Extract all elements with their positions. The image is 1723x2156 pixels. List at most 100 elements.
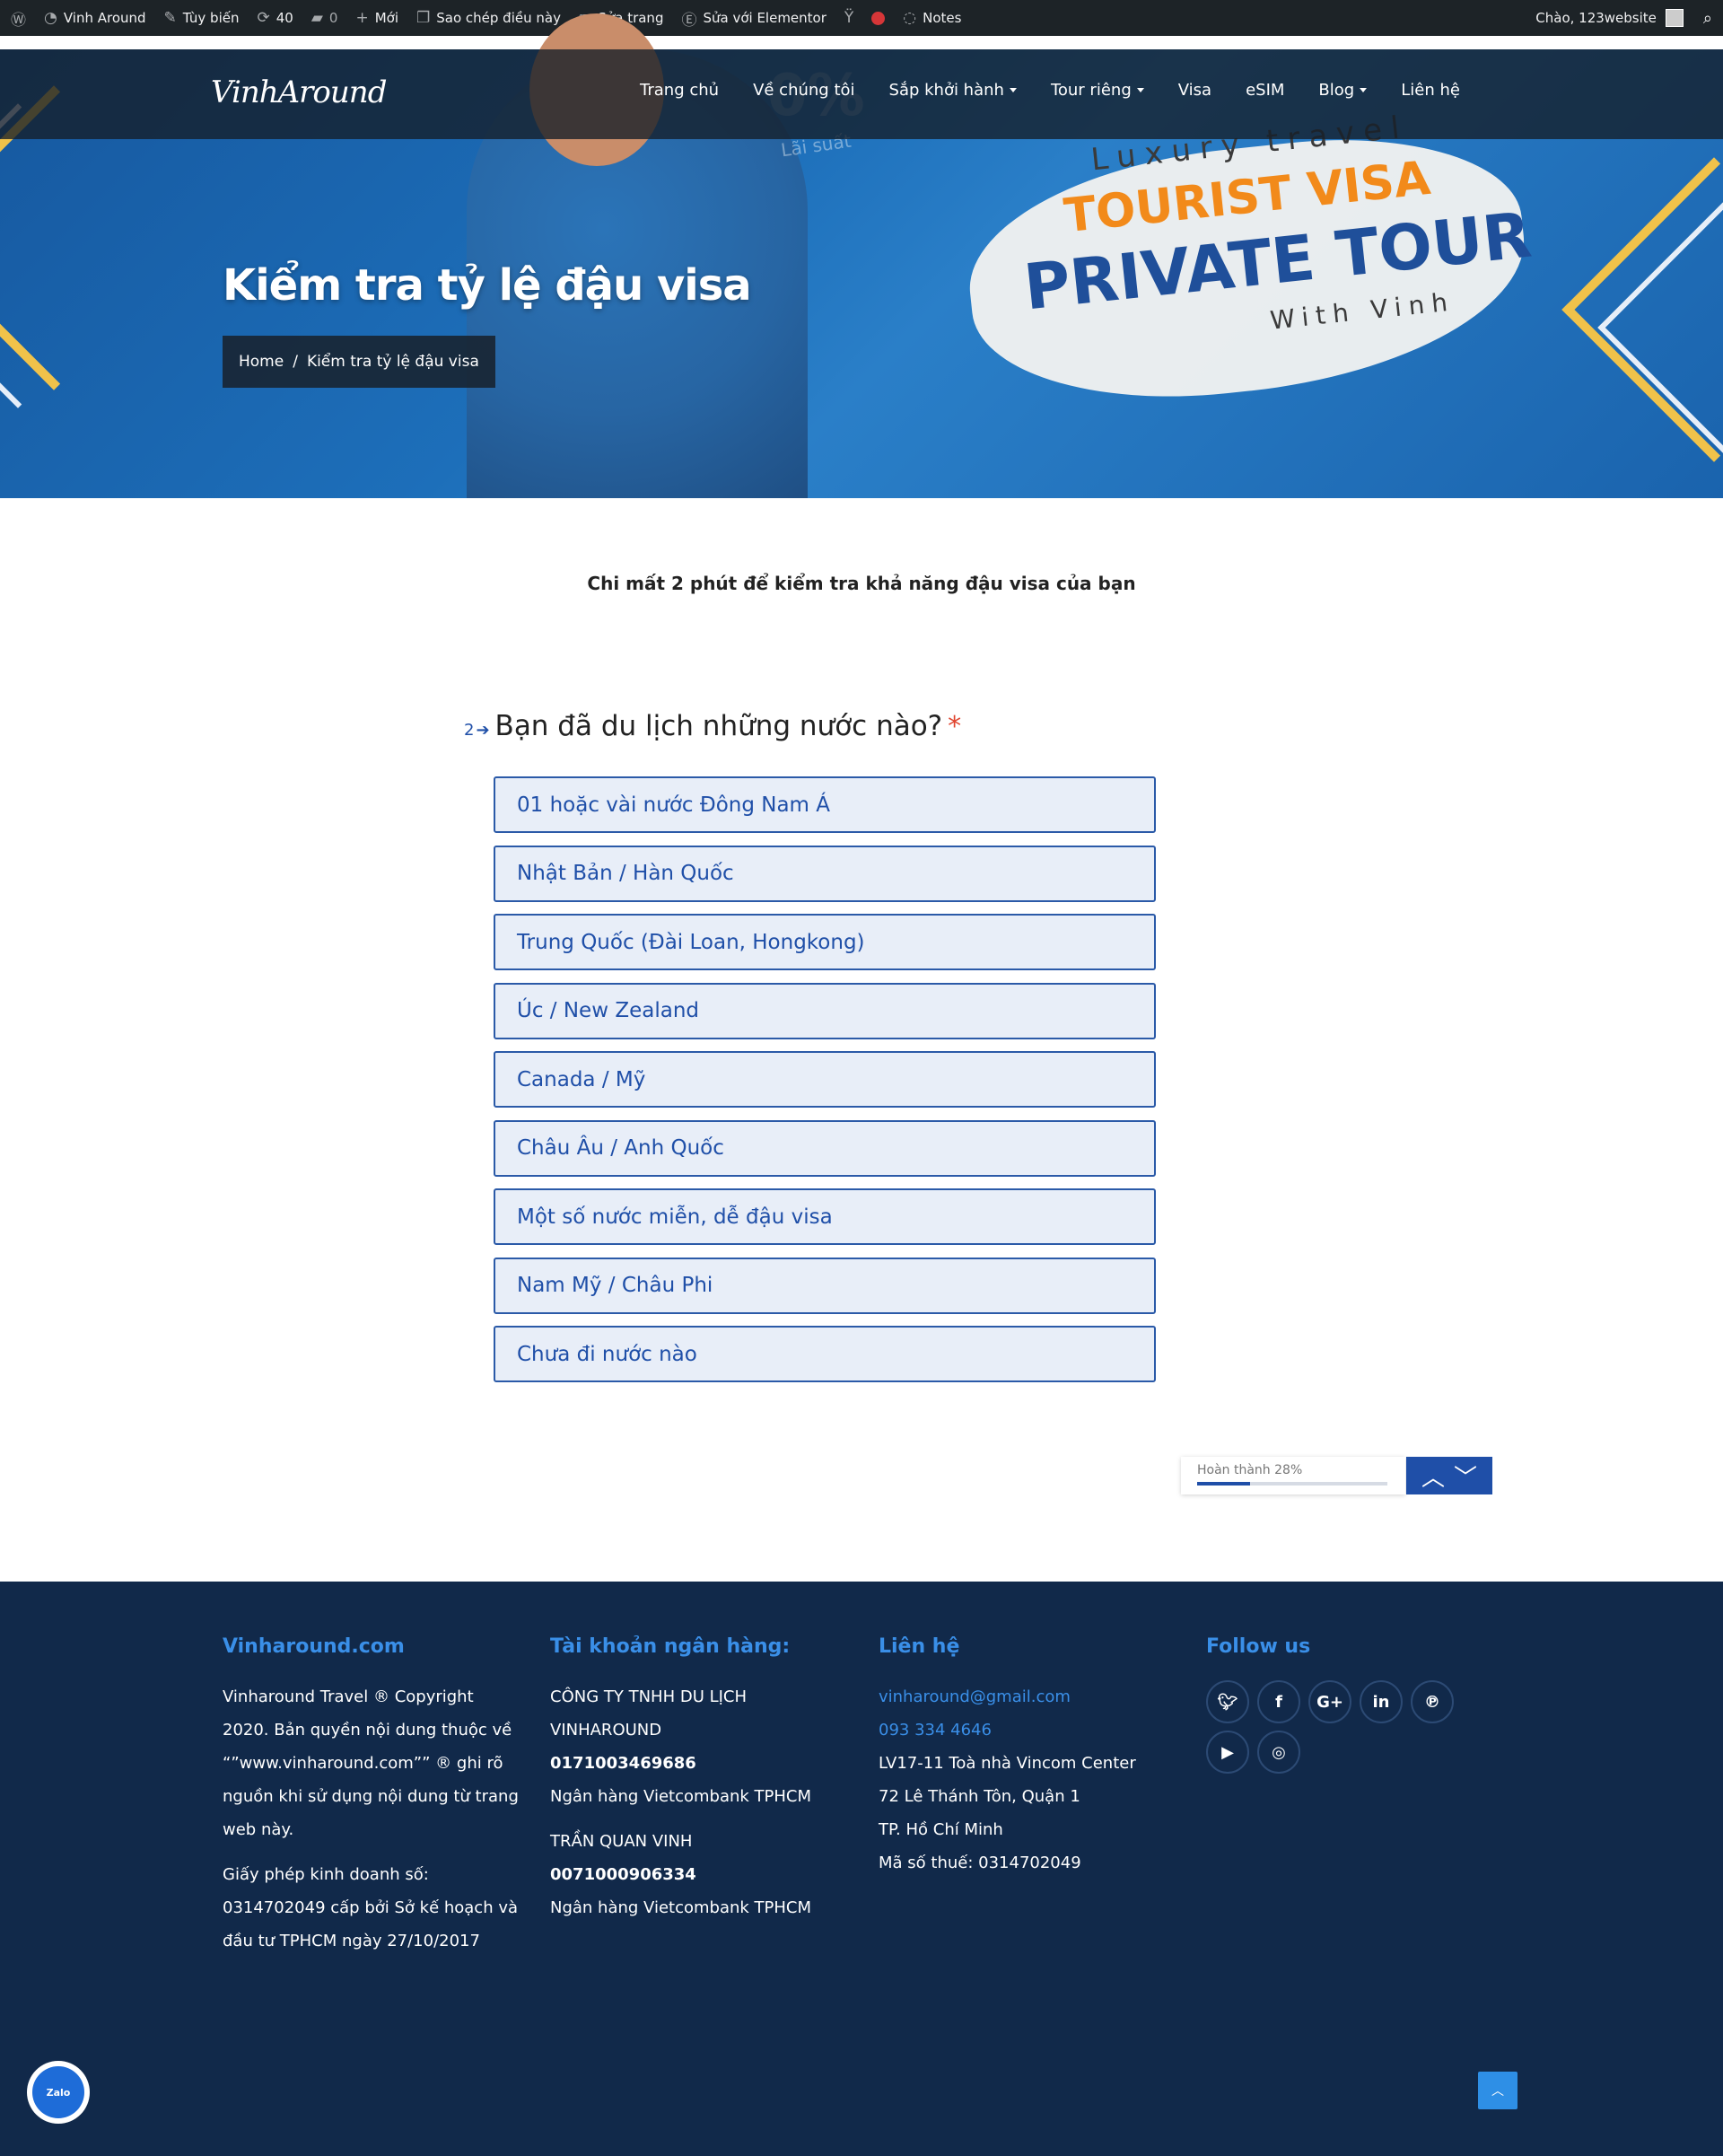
progress-fill: [1197, 1482, 1251, 1486]
footer-col-bank: Tài khoản ngân hàng: CÔNG TY TNHH DU LỊC…: [550, 1634, 837, 1924]
nav-item-about[interactable]: Về chúng tôi: [753, 81, 854, 100]
comments-link[interactable]: ▰ 0: [311, 9, 338, 27]
customize-link[interactable]: ✎ Tùy biến: [164, 9, 240, 27]
site-logo[interactable]: VinhAround: [211, 74, 387, 110]
intro-text: Chi mất 2 phút để kiểm tra khả năng đậu …: [587, 573, 1136, 594]
footer-col-about: Vinharound.com Vinharound Travel ® Copyr…: [223, 1634, 519, 1969]
footer-license: Giấy phép kinh doanh số: 0314702049 cấp …: [223, 1865, 519, 1950]
footer-copyright: Vinharound Travel ® Copyright 2020. Bản …: [223, 1687, 519, 1839]
footer-bank-1: Ngân hàng Vietcombank TPHCM: [550, 1787, 812, 1806]
avatar[interactable]: [1665, 9, 1684, 27]
arrow-right-icon: ➔: [476, 721, 490, 740]
footer-about-title: Vinharound.com: [223, 1635, 405, 1658]
answer-option[interactable]: Canada / Mỹ: [494, 1051, 1156, 1108]
yoast-icon: Ÿ: [844, 9, 854, 27]
youtube-icon[interactable]: ▶: [1206, 1731, 1249, 1774]
social-links: 🐦︎ f G+ in ℗ ▶ ◎: [1206, 1680, 1493, 1774]
footer-company: CÔNG TY TNHH DU LỊCH VINHAROUND: [550, 1687, 748, 1740]
nav-item-blog[interactable]: Blog: [1318, 81, 1368, 100]
elementor-icon: Ⓔ: [681, 11, 697, 30]
breadcrumb: Home / Kiểm tra tỷ lệ đậu visa: [223, 336, 495, 388]
account-greeting[interactable]: Chào, 123website: [1535, 10, 1657, 26]
main-nav: Trang chủ Về chúng tôi Sắp khởi hành Tou…: [640, 81, 1460, 100]
linkedin-icon[interactable]: in: [1360, 1680, 1403, 1723]
footer-account-holder: TRẦN QUAN VINH: [550, 1832, 693, 1851]
back-to-top-button[interactable]: ︿: [1478, 2072, 1517, 2109]
updates-icon: ⟳: [257, 9, 270, 27]
footer-account-1: 0171003469686: [550, 1754, 696, 1773]
speech-bubble-icon: ◌: [903, 9, 917, 27]
search-icon[interactable]: ⌕: [1703, 9, 1712, 28]
nav-item-home[interactable]: Trang chủ: [640, 81, 719, 100]
breadcrumb-home[interactable]: Home: [239, 353, 284, 371]
caret-down-icon: [1360, 88, 1368, 92]
progress-track: [1197, 1482, 1387, 1486]
new-content-link[interactable]: + Mới: [355, 9, 398, 27]
pinterest-icon[interactable]: ℗: [1411, 1680, 1454, 1723]
chevron-up-icon[interactable]: ︿: [1421, 1459, 1445, 1493]
plus-icon: +: [355, 9, 369, 27]
edit-elementor-link[interactable]: Ⓔ Sửa với Elementor: [681, 7, 826, 30]
wordpress-logo-button[interactable]: Ⓦ: [11, 7, 26, 30]
footer-col-contact: Liên hệ vinharound@gmail.com 093 334 464…: [879, 1634, 1175, 1880]
footer-email-link[interactable]: vinharound@gmail.com: [879, 1680, 1175, 1713]
footer-bank-title: Tài khoản ngân hàng:: [550, 1635, 791, 1658]
instagram-icon[interactable]: ◎: [1257, 1731, 1300, 1774]
site-name-link[interactable]: ◔ Vinh Around: [44, 9, 146, 27]
chevron-up-icon: ︿: [1491, 2084, 1504, 2099]
answer-option[interactable]: 01 hoặc vài nước Đông Nam Á: [494, 776, 1156, 833]
yoast-link[interactable]: Ÿ: [844, 9, 853, 27]
nav-item-departures[interactable]: Sắp khởi hành: [889, 81, 1017, 100]
answer-option[interactable]: Một số nước miễn, dễ đậu visa: [494, 1188, 1156, 1245]
facebook-icon[interactable]: f: [1257, 1680, 1300, 1723]
answer-option[interactable]: Chưa đi nước nào: [494, 1326, 1156, 1382]
answer-option[interactable]: Châu Âu / Anh Quốc: [494, 1119, 1156, 1177]
footer-tax-id: Mã số thuế: 0314702049: [879, 1854, 1081, 1872]
footer-phone-link[interactable]: 093 334 4646: [879, 1713, 1175, 1747]
footer-address-1: LV17-11 Toà nhà Vincom Center: [879, 1754, 1136, 1773]
question-heading: 2 ➔ Bạn đã du lịch những nước nào? *: [464, 710, 961, 742]
seo-status-dot: [871, 11, 886, 25]
zalo-icon: Zalo: [32, 2066, 84, 2118]
answer-option[interactable]: Nam Mỹ / Châu Phi: [494, 1257, 1156, 1314]
page-title: Kiểm tra tỷ lệ đậu visa: [223, 260, 752, 311]
question-number: 2 ➔: [464, 721, 490, 740]
footer-follow-title: Follow us: [1206, 1635, 1311, 1658]
nav-item-private-tour[interactable]: Tour riêng: [1051, 81, 1144, 100]
caret-down-icon: [1136, 88, 1144, 92]
nav-item-contact[interactable]: Liên hệ: [1401, 81, 1460, 100]
copy-icon: ❐: [416, 9, 431, 27]
comment-icon: ▰: [310, 9, 323, 27]
footer-col-follow: Follow us 🐦︎ f G+ in ℗ ▶ ◎: [1206, 1634, 1493, 1774]
dashboard-icon: ◔: [44, 9, 57, 27]
nav-item-esim[interactable]: eSIM: [1246, 81, 1284, 100]
question-navigation: ︿ ﹀: [1406, 1457, 1492, 1494]
zalo-chat-button[interactable]: Zalo: [27, 2061, 90, 2124]
updates-link[interactable]: ⟳ 40: [257, 9, 293, 27]
nav-item-visa[interactable]: Visa: [1178, 81, 1211, 100]
progress-label: Hoàn thành 28%: [1197, 1463, 1303, 1477]
wordpress-icon: Ⓦ: [11, 11, 26, 30]
answer-option[interactable]: Nhật Bản / Hàn Quốc: [494, 845, 1156, 902]
footer-address-2: 72 Lê Thánh Tôn, Quận 1: [879, 1787, 1080, 1806]
copy-link[interactable]: ❐ Sao chép điều này: [416, 9, 561, 27]
footer-address-3: TP. Hồ Chí Minh: [879, 1820, 1003, 1839]
google-plus-icon[interactable]: G+: [1308, 1680, 1351, 1723]
footer-account-2: 0071000906334: [550, 1865, 696, 1884]
brush-icon: ✎: [163, 9, 177, 27]
admin-bar: Ⓦ ◔ Vinh Around ✎ Tùy biến ⟳ 40 ▰ 0 + Mới ❐ Sa…: [0, 0, 1723, 36]
footer-bank-2: Ngân hàng Vietcombank TPHCM: [550, 1898, 812, 1917]
question-text: Bạn đã du lịch những nước nào?: [494, 710, 943, 742]
notes-link[interactable]: ◌ Notes: [903, 9, 961, 27]
twitter-icon[interactable]: 🐦︎: [1206, 1680, 1249, 1723]
answer-option[interactable]: Úc / New Zealand: [494, 982, 1156, 1039]
caret-down-icon: [1009, 88, 1017, 92]
required-mark: *: [948, 711, 962, 742]
answer-option[interactable]: Trung Quốc (Đài Loan, Hongkong): [494, 914, 1156, 970]
breadcrumb-separator: /: [293, 353, 298, 371]
answer-options: 01 hoặc vài nước Đông Nam Á Nhật Bản / H…: [494, 776, 1156, 1395]
footer-contact-title: Liên hệ: [879, 1635, 960, 1658]
progress-indicator: Hoàn thành 28%: [1181, 1457, 1405, 1494]
breadcrumb-current: Kiểm tra tỷ lệ đậu visa: [306, 353, 479, 371]
chevron-down-icon[interactable]: ﹀: [1454, 1459, 1477, 1493]
